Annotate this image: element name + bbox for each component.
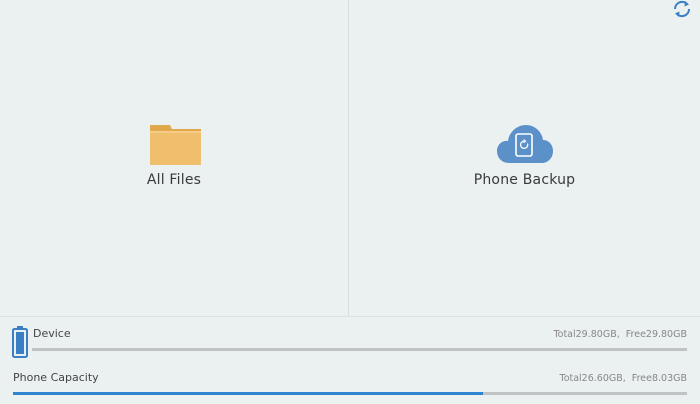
tiles-area: All Files Phone Backup bbox=[0, 0, 700, 316]
battery-icon bbox=[12, 326, 28, 358]
phone-backup-label: Phone Backup bbox=[473, 172, 576, 188]
refresh-icon[interactable] bbox=[672, 0, 692, 18]
all-files-label: All Files bbox=[146, 172, 202, 188]
storage-panel: Device Total29.80GB, Free29.80GB Phone Ca… bbox=[0, 317, 700, 404]
phone-free: Free8.03GB bbox=[631, 373, 687, 384]
folder-icon bbox=[150, 125, 201, 165]
phone-capacity-label: Phone Capacity bbox=[13, 371, 99, 384]
device-label: Device bbox=[33, 327, 71, 340]
device-usage-bar bbox=[32, 348, 687, 351]
phone-backup-tile[interactable]: Phone Backup bbox=[349, 0, 700, 316]
phone-total: Total26.60GB, bbox=[559, 373, 626, 384]
cloud-phone-icon bbox=[497, 125, 553, 163]
all-files-tile[interactable]: All Files bbox=[0, 0, 349, 316]
app-window: All Files Phone Backup Device Total29.80… bbox=[0, 0, 700, 404]
device-free: Free29.80GB bbox=[625, 329, 687, 340]
phone-usage-bar bbox=[13, 392, 687, 395]
device-total: Total29.80GB, bbox=[553, 329, 620, 340]
phone-capacity-info: Total26.60GB, Free8.03GB bbox=[560, 373, 688, 384]
device-capacity-info: Total29.80GB, Free29.80GB bbox=[553, 329, 687, 340]
phone-usage-fill bbox=[13, 392, 484, 395]
